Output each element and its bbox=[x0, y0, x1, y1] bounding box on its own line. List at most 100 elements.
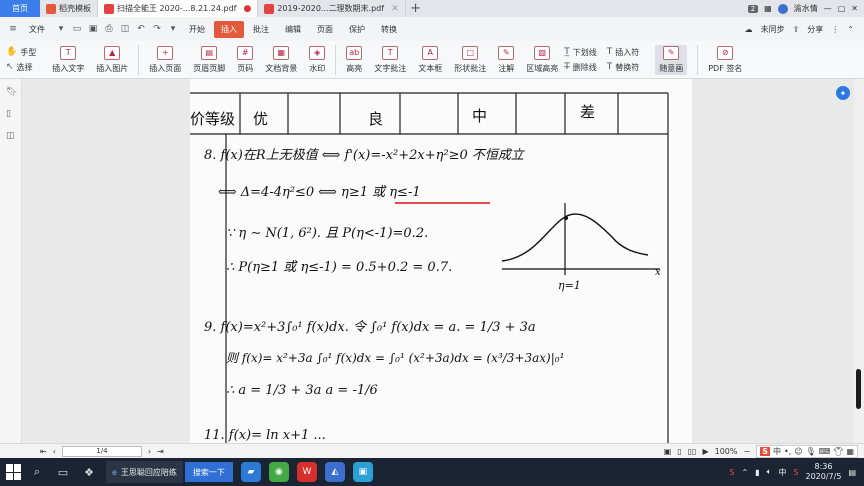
thumbnail-icon[interactable]: ▯ bbox=[6, 109, 16, 119]
insert-image-button[interactable]: ▲ 插入图片 bbox=[96, 45, 129, 74]
window-count-badge[interactable]: 2 bbox=[747, 4, 759, 13]
text-comment-button[interactable]: T 文字批注 bbox=[374, 45, 406, 74]
redo-icon[interactable]: ↷ bbox=[150, 23, 164, 35]
new-tab-button[interactable]: + bbox=[406, 0, 426, 17]
highlight-button[interactable]: ab 高亮 bbox=[346, 45, 363, 74]
tab-exam-pdf[interactable]: 2019-2020...二理数期末.pdf ✕ bbox=[258, 0, 406, 17]
header-footer-button[interactable]: ▤ 页眉页脚 bbox=[193, 45, 225, 74]
photo-icon[interactable]: ▣ bbox=[352, 462, 373, 482]
insert-page-button[interactable]: + 插入页面 bbox=[149, 45, 181, 74]
tab-scan-pdf[interactable]: 扫描全能王 2020-...8.21.24.pdf ● bbox=[98, 0, 259, 17]
save-icon[interactable]: ▣ bbox=[86, 23, 100, 35]
network-icon[interactable]: ▮ bbox=[755, 468, 759, 477]
menu-file[interactable]: 文件 bbox=[22, 21, 52, 38]
feishu-icon[interactable]: ◭ bbox=[324, 462, 345, 482]
grid-icon[interactable]: ▦ bbox=[764, 4, 772, 13]
button-label: 插入图片 bbox=[96, 63, 129, 73]
print-icon[interactable]: ⎙ bbox=[102, 23, 116, 35]
page-number-field[interactable]: 1/4 bbox=[61, 445, 142, 457]
menu-page[interactable]: 页面 bbox=[310, 21, 340, 38]
minimize-icon[interactable]: — bbox=[824, 4, 832, 13]
bookmark-icon[interactable]: 🔖︎ bbox=[6, 87, 17, 97]
prev-page-icon[interactable]: ‹ bbox=[53, 447, 56, 456]
vertical-scrollbar[interactable] bbox=[854, 79, 864, 443]
close-icon[interactable]: ✕ bbox=[391, 4, 399, 14]
menu-protect[interactable]: 保护 bbox=[342, 21, 372, 38]
wps-tray-icon[interactable]: S bbox=[793, 468, 798, 477]
shopping-icon[interactable]: ❖ bbox=[78, 461, 100, 483]
play-icon[interactable]: ▶ bbox=[702, 447, 708, 456]
chevron-down-icon[interactable]: ▾ bbox=[54, 23, 68, 35]
show-hidden-icon[interactable]: ⌃ bbox=[742, 468, 749, 477]
zoom-level[interactable]: 100% bbox=[715, 447, 738, 456]
shape-comment-button[interactable]: □ 形状批注 bbox=[454, 45, 487, 74]
select-tool-button[interactable]: ↖ 选择 bbox=[6, 62, 36, 73]
taskbar-news-item[interactable]: e 王思聪回应陪练 bbox=[106, 461, 183, 483]
insert-mark-button[interactable]: T 插入符 bbox=[607, 47, 640, 58]
page-number-icon: # bbox=[237, 45, 254, 60]
menu-insert[interactable]: 插入 bbox=[214, 20, 244, 38]
ime-toolbar[interactable]: S 中 •, ☺ 🎙︎ ⌨ 👕︎ ▦ bbox=[756, 444, 858, 458]
insert-text-button[interactable]: T 插入文字 bbox=[52, 45, 84, 74]
underline-button[interactable]: T̲ 下划线 bbox=[564, 47, 597, 58]
sogou-tray-icon[interactable]: S bbox=[729, 468, 734, 477]
menu-convert[interactable]: 转换 bbox=[374, 21, 404, 38]
comment-list-icon[interactable]: ◫ bbox=[6, 131, 16, 141]
single-page-icon[interactable]: ▯ bbox=[677, 447, 681, 456]
last-page-icon[interactable]: ⇥ bbox=[157, 447, 164, 456]
replace-mark-button[interactable]: T 替换符 bbox=[607, 62, 640, 73]
user-name[interactable]: 渝水情 bbox=[794, 3, 818, 14]
tab-template[interactable]: 稻壳模板 bbox=[40, 0, 98, 17]
pdf-sign-button[interactable]: ⊘ PDF 签名 bbox=[708, 45, 742, 74]
free-draw-button[interactable]: ✎ 随意画 bbox=[655, 44, 688, 75]
note-button[interactable]: ✎ 注解 bbox=[498, 45, 515, 74]
wps-icon[interactable]: W bbox=[296, 462, 317, 482]
tab-home[interactable]: 首页 bbox=[0, 0, 40, 17]
file-explorer-icon[interactable]: ▰ bbox=[240, 462, 261, 482]
page-number-button[interactable]: # 页码 bbox=[237, 45, 254, 74]
area-highlight-button[interactable]: ▧ 区域高亮 bbox=[526, 45, 558, 74]
textbox-button[interactable]: A 文本框 bbox=[418, 45, 442, 74]
tab-bar: 首页 稻壳模板 扫描全能王 2020-...8.21.24.pdf ● 2019… bbox=[0, 0, 864, 17]
maximize-icon[interactable]: ▢ bbox=[838, 4, 846, 13]
pdf-page[interactable]: 价等级 优 良 中 差 8. f(x)在R上无极值 ⟺ f'(x)=-x²+2x… bbox=[190, 79, 692, 443]
zoom-out-icon[interactable]: − bbox=[744, 447, 751, 456]
menu-comment[interactable]: 批注 bbox=[246, 21, 276, 38]
taskbar-search-button[interactable]: 搜索一下 bbox=[184, 462, 233, 482]
search-icon[interactable]: ⌕ bbox=[26, 461, 48, 483]
task-view-icon[interactable]: ▭ bbox=[52, 461, 74, 483]
more-icon[interactable]: ⋮ bbox=[831, 25, 839, 34]
fit-page-icon[interactable]: ▣ bbox=[664, 447, 672, 456]
background-button[interactable]: ▦ 文档背景 bbox=[265, 45, 297, 74]
close-window-icon[interactable]: ✕ bbox=[851, 4, 858, 13]
notification-icon[interactable]: ▤ bbox=[848, 468, 856, 477]
undo-icon[interactable]: ↶ bbox=[134, 23, 148, 35]
menu-start[interactable]: 开始 bbox=[182, 21, 212, 38]
hamburger-icon[interactable]: ≡ bbox=[6, 23, 20, 35]
preview-icon[interactable]: ◫ bbox=[118, 23, 132, 35]
first-page-icon[interactable]: ⇤ bbox=[40, 447, 47, 456]
menu-edit[interactable]: 编辑 bbox=[278, 21, 308, 38]
open-folder-icon[interactable]: ▭ bbox=[70, 23, 84, 35]
scrollbar-thumb[interactable] bbox=[856, 369, 861, 409]
clock[interactable]: 8:36 2020/7/5 bbox=[806, 462, 842, 482]
collapse-ribbon-icon[interactable]: ⌃ bbox=[847, 25, 854, 34]
strikethrough-button[interactable]: T̶ 删除线 bbox=[564, 62, 597, 73]
document-viewport[interactable]: 价等级 优 良 中 差 8. f(x)在R上无极值 ⟺ f'(x)=-x²+2x… bbox=[22, 79, 854, 443]
close-icon[interactable]: ● bbox=[243, 4, 251, 14]
share-button[interactable]: 分享 bbox=[807, 24, 823, 35]
double-page-icon[interactable]: ▯▯ bbox=[688, 447, 697, 456]
volume-icon[interactable]: 🔈︎ bbox=[767, 467, 772, 477]
tray-language[interactable]: 中 bbox=[778, 467, 786, 478]
sync-status[interactable]: 未同步 bbox=[761, 24, 785, 35]
avatar[interactable] bbox=[777, 3, 788, 14]
button-label: 形状批注 bbox=[454, 63, 487, 73]
chevron-down-icon[interactable]: ▾ bbox=[166, 23, 180, 35]
highlight-icon: ab bbox=[346, 45, 363, 60]
windows-start-icon[interactable] bbox=[6, 464, 22, 480]
next-page-icon[interactable]: › bbox=[148, 447, 151, 456]
hand-tool-button[interactable]: ✋ 手型 bbox=[6, 47, 36, 58]
360-browser-icon[interactable]: ◉ bbox=[268, 462, 289, 482]
watermark-button[interactable]: ◈ 水印 bbox=[309, 45, 326, 74]
assistant-icon[interactable]: ✦ bbox=[836, 86, 850, 100]
